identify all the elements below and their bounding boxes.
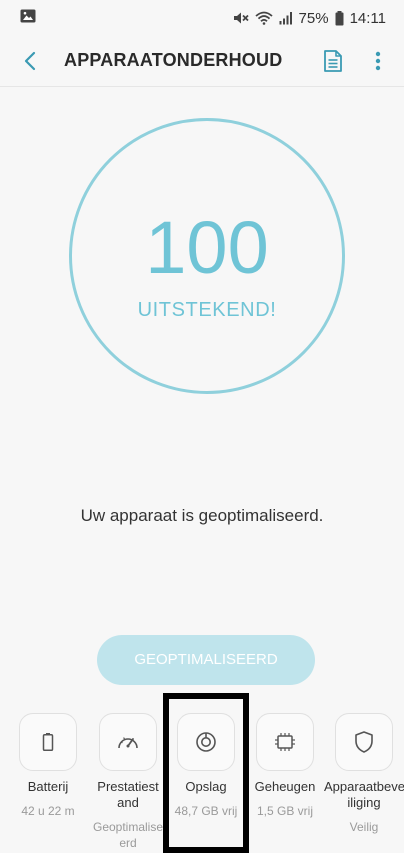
more-options-button[interactable] <box>366 48 390 74</box>
mute-icon <box>233 11 249 25</box>
item-value: 42 u 22 m <box>21 804 75 818</box>
clock: 14:11 <box>349 9 386 27</box>
item-performance[interactable]: Prestatiest and Geoptimalise erd <box>88 710 168 851</box>
image-notification-icon <box>20 9 36 27</box>
score-circle: 100 UITSTEKEND! <box>69 118 345 394</box>
chevron-left-icon <box>24 51 36 71</box>
item-security[interactable]: Apparaatbeve iliging Veilig <box>324 710 404 835</box>
report-button[interactable] <box>320 48 346 74</box>
item-memory[interactable]: Geheugen 1,5 GB vrij <box>245 710 325 819</box>
item-value: Geoptimalise erd <box>92 820 164 850</box>
optimize-button[interactable]: GEOPTIMALISEERD <box>97 635 315 685</box>
speedometer-icon <box>118 737 138 749</box>
battery-percent: 75% <box>298 9 329 27</box>
item-name: Batterij <box>27 779 69 794</box>
memory-tile[interactable] <box>256 713 314 771</box>
battery-tile[interactable] <box>19 713 77 771</box>
score-value: 100 <box>145 206 269 289</box>
memory-chip-icon <box>275 733 295 751</box>
header-divider <box>0 86 404 87</box>
back-button[interactable] <box>20 50 42 72</box>
status-bar: 75% 14:11 <box>0 0 404 36</box>
score-label: UITSTEKEND! <box>137 299 277 321</box>
page-title: APPARAATONDERHOUD <box>64 50 283 70</box>
item-value: Veilig <box>349 820 379 834</box>
status-message: Uw apparaat is geoptimaliseerd. <box>80 506 324 525</box>
battery-icon <box>42 733 54 752</box>
item-battery[interactable]: Batterij 42 u 22 m <box>8 710 88 819</box>
security-tile[interactable] <box>335 713 393 771</box>
item-name: Apparaatbeve iliging <box>324 779 404 810</box>
signal-icon <box>279 11 293 25</box>
status-left <box>20 9 36 27</box>
item-name: Geheugen <box>254 779 316 794</box>
app-bar: APPARAATONDERHOUD <box>0 36 404 86</box>
item-value: 1,5 GB vrij <box>256 804 313 818</box>
document-icon <box>324 50 342 72</box>
battery-status-icon <box>335 10 344 26</box>
highlight-box <box>163 693 249 853</box>
more-vertical-icon <box>375 51 381 71</box>
item-name: Prestatiest and <box>97 779 159 810</box>
performance-tile[interactable] <box>99 713 157 771</box>
shield-icon <box>355 731 373 753</box>
status-right: 75% 14:11 <box>233 10 386 27</box>
wifi-icon <box>254 11 273 25</box>
